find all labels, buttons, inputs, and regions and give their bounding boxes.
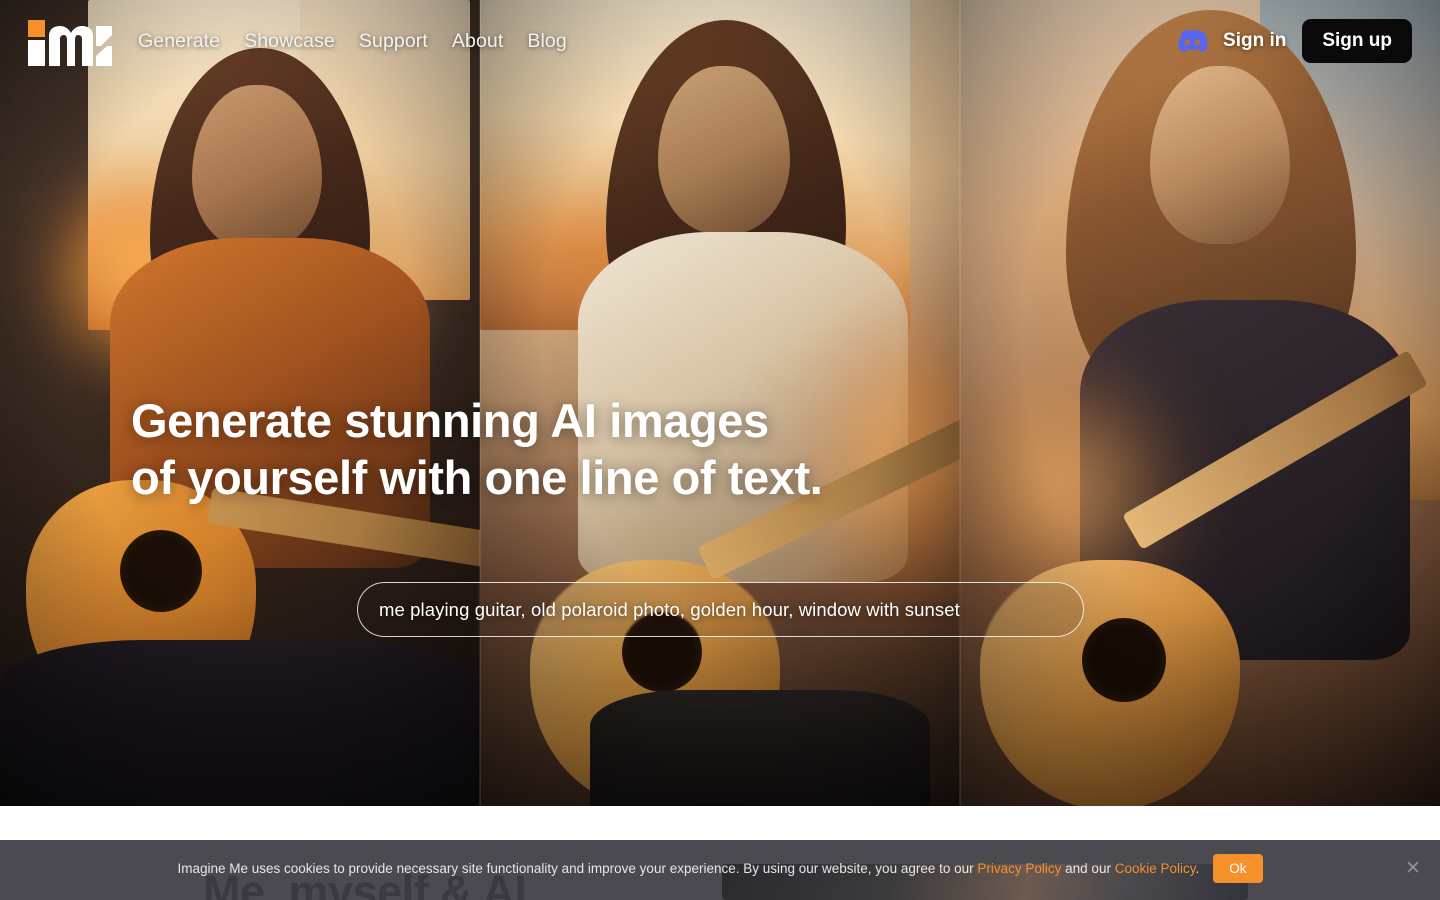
- prompt-input[interactable]: me playing guitar, old polaroid photo, g…: [357, 582, 1084, 637]
- cookie-text-middle: and our: [1061, 860, 1115, 876]
- main-nav: Generate Showcase Support About Blog: [138, 30, 567, 53]
- logo-letter-i: [28, 40, 45, 66]
- nav-item-generate[interactable]: Generate: [138, 30, 220, 53]
- panel-divider-2: [959, 0, 961, 806]
- cookie-text-after: .: [1195, 860, 1200, 876]
- cookie-banner-text: Imagine Me uses cookies to provide neces…: [177, 860, 1199, 878]
- nav-item-support[interactable]: Support: [359, 30, 428, 53]
- logo-letter-m: [49, 26, 93, 66]
- privacy-policy-link[interactable]: Privacy Policy: [977, 861, 1061, 876]
- cookie-policy-link[interactable]: Cookie Policy: [1115, 861, 1196, 876]
- nav-item-blog[interactable]: Blog: [527, 30, 566, 53]
- logo-letter-e: [96, 26, 112, 66]
- hero-section: Generate stunning AI images of yourself …: [0, 0, 1440, 806]
- logo[interactable]: [28, 16, 112, 66]
- sign-up-button[interactable]: Sign up: [1302, 19, 1412, 63]
- nav-item-showcase[interactable]: Showcase: [244, 30, 335, 53]
- site-header: Generate Showcase Support About Blog Sig…: [0, 0, 1440, 82]
- cookie-text-before: Imagine Me uses cookies to provide neces…: [177, 860, 978, 876]
- cookie-banner: Imagine Me uses cookies to provide neces…: [0, 840, 1440, 897]
- discord-icon[interactable]: [1177, 26, 1208, 56]
- page-root: Generate stunning AI images of yourself …: [0, 0, 1440, 900]
- header-actions: Sign in Sign up: [1177, 19, 1412, 63]
- hero-panel-3: [960, 0, 1440, 806]
- nav-item-about[interactable]: About: [452, 30, 503, 53]
- cookie-accept-button[interactable]: Ok: [1213, 854, 1263, 883]
- logo-accent-dot: [28, 20, 45, 37]
- sign-in-link[interactable]: Sign in: [1223, 30, 1286, 52]
- prompt-input-value: me playing guitar, old polaroid photo, g…: [379, 598, 960, 620]
- page-title: Generate stunning AI images of yourself …: [131, 394, 823, 504]
- hero-copy: Generate stunning AI images of yourself …: [131, 392, 823, 506]
- section-gap: [0, 806, 1440, 840]
- close-icon[interactable]: ✕: [1400, 856, 1426, 882]
